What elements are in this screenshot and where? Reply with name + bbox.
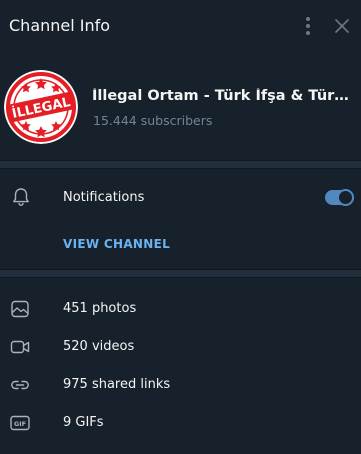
gif-icon: GIF bbox=[10, 415, 30, 431]
more-vertical-icon bbox=[306, 17, 310, 35]
media-row-videos[interactable]: 520 videos bbox=[0, 329, 361, 365]
channel-name: İllegal Ortam - Türk İfşa & Türkçe İfşa bbox=[92, 88, 354, 104]
section-divider bbox=[0, 160, 361, 169]
notifications-toggle[interactable] bbox=[325, 189, 354, 206]
photo-icon bbox=[11, 300, 29, 318]
illegal-stamp-logo: İLLEGAL bbox=[4, 70, 78, 144]
toggle-knob bbox=[337, 189, 354, 206]
notifications-row[interactable]: Notifications bbox=[0, 178, 361, 218]
link-icon bbox=[11, 380, 29, 390]
media-row-links[interactable]: 975 shared links bbox=[0, 367, 361, 403]
channel-avatar[interactable]: İLLEGAL bbox=[4, 70, 78, 144]
close-icon bbox=[335, 19, 349, 33]
subscriber-count: 15.444 subscribers bbox=[93, 113, 213, 128]
close-button[interactable] bbox=[332, 16, 352, 36]
notifications-label: Notifications bbox=[63, 190, 145, 205]
video-icon bbox=[10, 340, 30, 354]
bell-icon bbox=[13, 188, 29, 207]
page-title: Channel Info bbox=[9, 16, 111, 35]
media-row-photos[interactable]: 451 photos bbox=[0, 291, 361, 327]
svg-text:GIF: GIF bbox=[14, 420, 26, 428]
section-divider bbox=[0, 269, 361, 278]
view-channel-button[interactable]: VIEW CHANNEL bbox=[63, 237, 170, 251]
gifs-count: 9 GIFs bbox=[63, 415, 104, 430]
media-row-gifs[interactable]: GIF 9 GIFs bbox=[0, 405, 361, 441]
header: Channel Info bbox=[0, 0, 361, 54]
videos-count: 520 videos bbox=[63, 339, 135, 354]
photos-count: 451 photos bbox=[63, 301, 137, 316]
more-options-button[interactable] bbox=[298, 14, 318, 38]
shared-links-count: 975 shared links bbox=[63, 377, 171, 392]
channel-profile: İLLEGAL İllegal Ortam - Türk İfşa & Türk… bbox=[0, 54, 361, 160]
